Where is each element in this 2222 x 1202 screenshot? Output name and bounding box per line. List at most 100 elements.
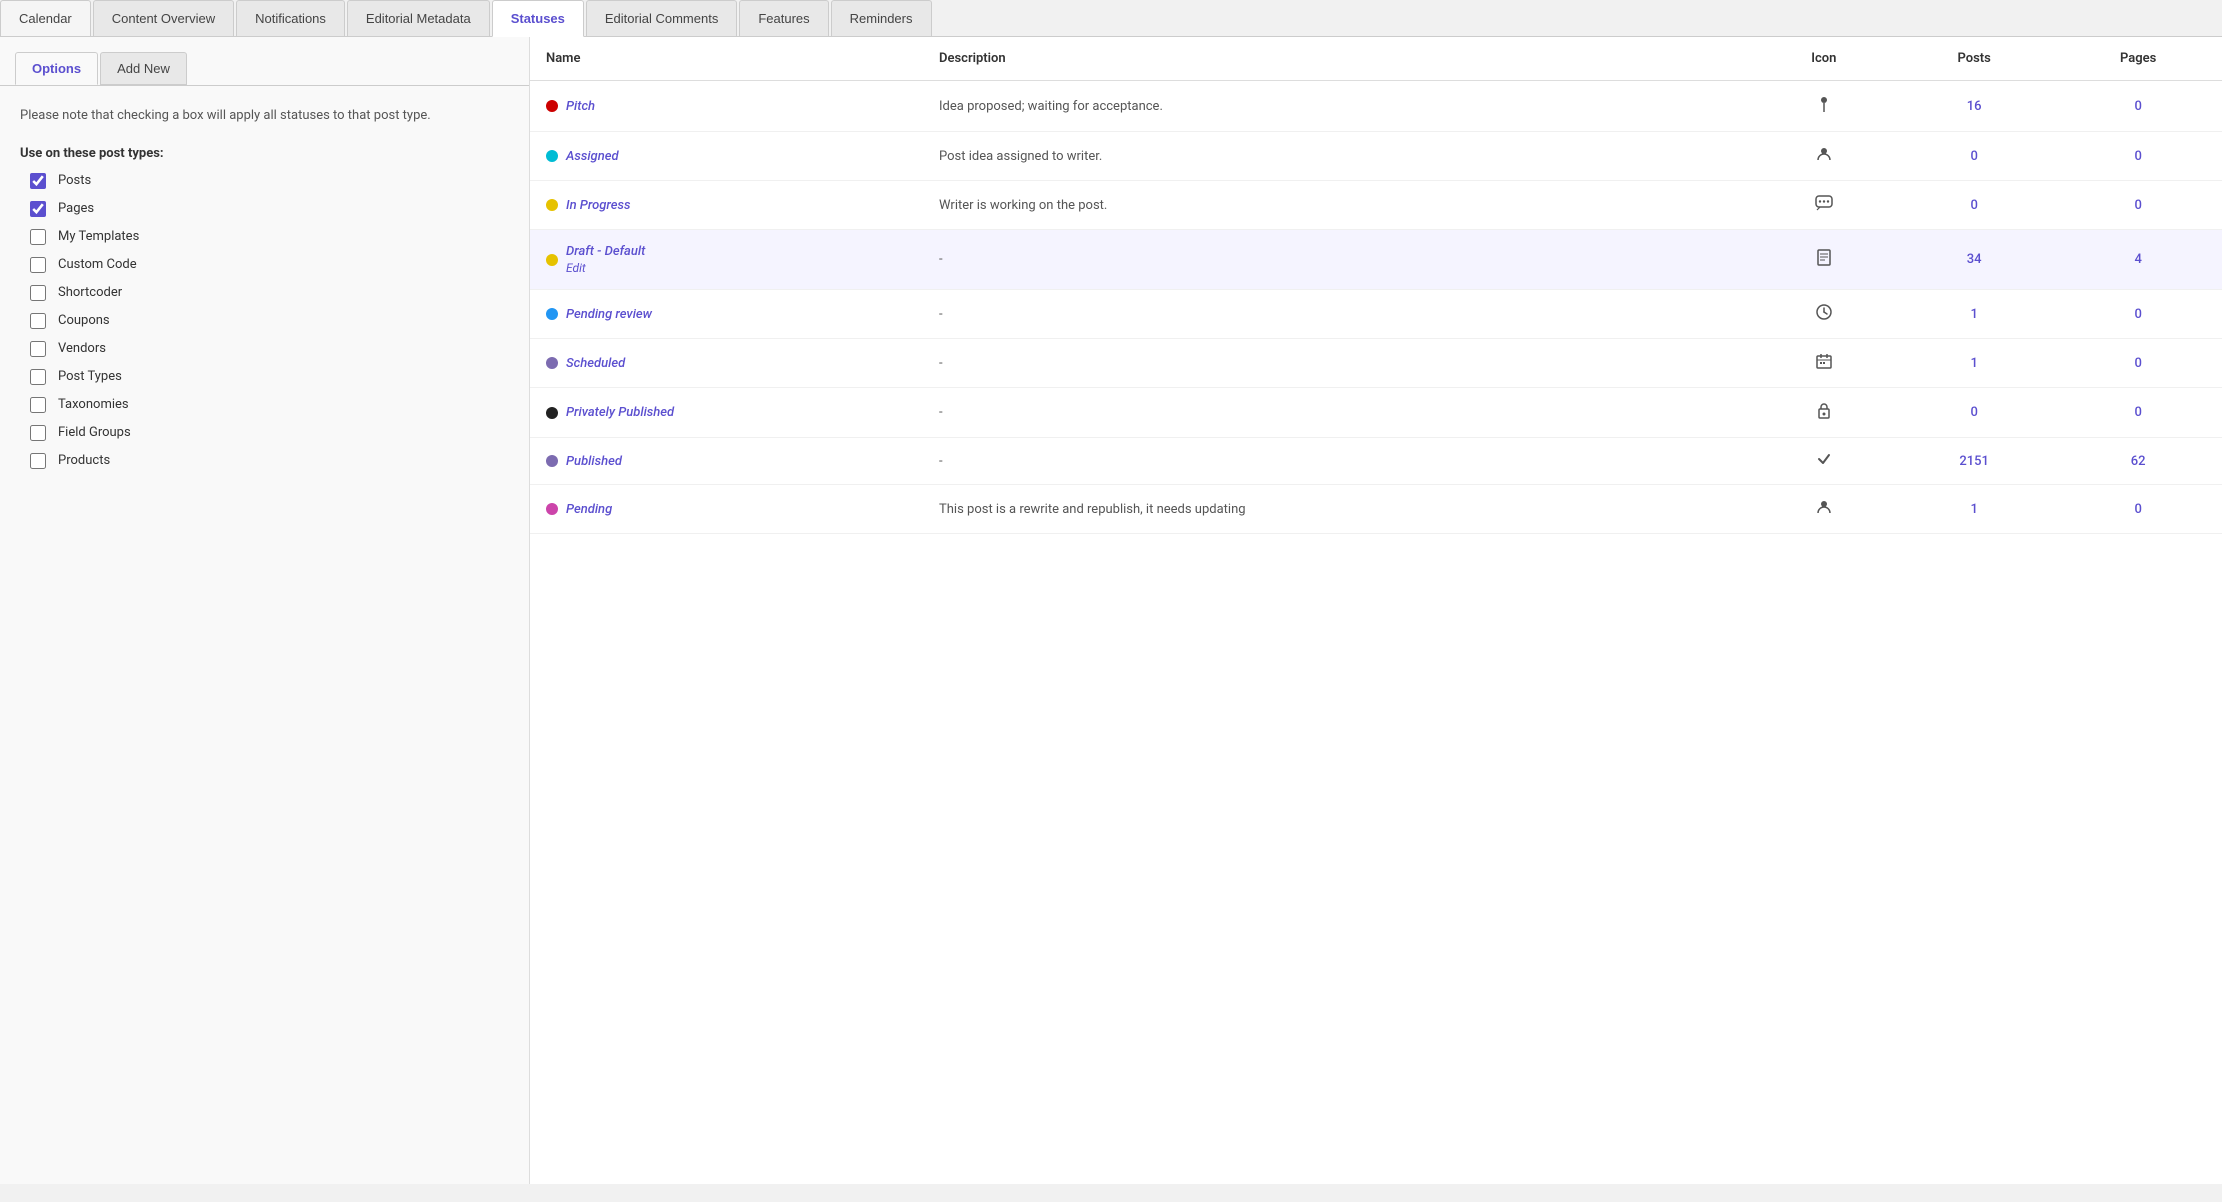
top-tab-editorial-comments[interactable]: Editorial Comments (586, 0, 737, 36)
left-panel: OptionsAdd New Please note that checking… (0, 37, 530, 1184)
checkbox-products[interactable] (30, 453, 46, 469)
checkbox-item-my-templates: My Templates (30, 229, 509, 245)
checkbox-item-pages: Pages (30, 201, 509, 217)
status-description: - (923, 290, 1754, 339)
status-icon (1754, 339, 1894, 388)
status-name-link[interactable]: Published (566, 454, 622, 469)
status-dot (546, 407, 558, 419)
checkbox-label-products: Products (58, 453, 110, 468)
top-tab-editorial-metadata[interactable]: Editorial Metadata (347, 0, 490, 36)
col-header-description: Description (923, 37, 1754, 81)
main-layout: OptionsAdd New Please note that checking… (0, 37, 2222, 1184)
post-types-label: Use on these post types: (20, 146, 509, 161)
sub-tab-options[interactable]: Options (15, 52, 98, 85)
checkbox-label-taxonomies: Taxonomies (58, 397, 129, 412)
status-name-link[interactable]: Pending (566, 502, 612, 517)
status-name-link[interactable]: In Progress (566, 198, 631, 213)
status-dot (546, 254, 558, 266)
status-pages-count: 0 (2054, 339, 2222, 388)
checkbox-label-vendors: Vendors (58, 341, 106, 356)
sub-tab-add-new[interactable]: Add New (100, 52, 187, 85)
table-row: In Progress Writer is working on the post… (530, 181, 2222, 230)
checkbox-label-posts: Posts (58, 173, 91, 188)
checkbox-taxonomies[interactable] (30, 397, 46, 413)
status-description: - (923, 230, 1754, 290)
status-name-link[interactable]: Scheduled (566, 356, 625, 371)
status-name-link[interactable]: Privately Published (566, 405, 674, 420)
status-description: - (923, 339, 1754, 388)
checkbox-posts[interactable] (30, 173, 46, 189)
top-tab-features[interactable]: Features (739, 0, 828, 36)
checkbox-vendors[interactable] (30, 341, 46, 357)
sub-tabs: OptionsAdd New (0, 37, 529, 86)
status-pages-count: 0 (2054, 485, 2222, 534)
status-name-cell: Privately Published (530, 388, 923, 438)
table-header-row: NameDescriptionIconPostsPages (530, 37, 2222, 81)
status-dot (546, 455, 558, 467)
checkbox-label-coupons: Coupons (58, 313, 110, 328)
status-icon (1754, 181, 1894, 230)
status-description: Idea proposed; waiting for acceptance. (923, 81, 1754, 132)
status-pages-count: 0 (2054, 81, 2222, 132)
status-pages-count: 4 (2054, 230, 2222, 290)
table-row: Scheduled-10 (530, 339, 2222, 388)
status-dot (546, 308, 558, 320)
status-posts-count: 34 (1894, 230, 2054, 290)
table-row: Pending review - 10 (530, 290, 2222, 339)
status-icon (1754, 388, 1894, 438)
checkbox-label-pages: Pages (58, 201, 94, 216)
table-row: Draft - Default Edit - 344 (530, 230, 2222, 290)
status-pages-count: 0 (2054, 290, 2222, 339)
checkbox-item-field-groups: Field Groups (30, 425, 509, 441)
top-tab-reminders[interactable]: Reminders (831, 0, 932, 36)
table-body: Pitch Idea proposed; waiting for acceptan… (530, 81, 2222, 534)
status-icon (1754, 290, 1894, 339)
checkbox-item-post-types: Post Types (30, 369, 509, 385)
checkbox-item-vendors: Vendors (30, 341, 509, 357)
status-name-cell: Scheduled (530, 339, 923, 388)
checkbox-list: PostsPagesMy TemplatesCustom CodeShortco… (30, 173, 509, 469)
checkbox-item-posts: Posts (30, 173, 509, 189)
checkbox-custom-code[interactable] (30, 257, 46, 273)
checkbox-post-types[interactable] (30, 369, 46, 385)
status-name-cell: Pending (530, 485, 923, 534)
status-posts-count: 1 (1894, 290, 2054, 339)
status-description: Post idea assigned to writer. (923, 132, 1754, 181)
status-name-link[interactable]: Draft - Default (566, 244, 645, 259)
status-name-cell: Assigned (530, 132, 923, 181)
left-content: Please note that checking a box will app… (0, 86, 529, 501)
edit-link[interactable]: Edit (566, 261, 645, 275)
status-pages-count: 0 (2054, 388, 2222, 438)
table-row: PendingThis post is a rewrite and republ… (530, 485, 2222, 534)
top-tab-calendar[interactable]: Calendar (0, 0, 91, 36)
status-name-link[interactable]: Pitch (566, 99, 595, 114)
status-icon (1754, 438, 1894, 485)
status-name-cell: Published (530, 438, 923, 485)
table-row: Published-215162 (530, 438, 2222, 485)
top-tab-notifications[interactable]: Notifications (236, 0, 345, 36)
checkbox-coupons[interactable] (30, 313, 46, 329)
status-icon (1754, 81, 1894, 132)
status-name-link[interactable]: Pending review (566, 307, 652, 322)
status-posts-count: 0 (1894, 388, 2054, 438)
status-dot (546, 199, 558, 211)
table-row: Privately Published-00 (530, 388, 2222, 438)
top-tab-statuses[interactable]: Statuses (492, 0, 584, 37)
notice-text: Please note that checking a box will app… (20, 106, 509, 126)
col-header-name: Name (530, 37, 923, 81)
status-icon (1754, 230, 1894, 290)
checkbox-field-groups[interactable] (30, 425, 46, 441)
top-tab-content-overview[interactable]: Content Overview (93, 0, 234, 36)
checkbox-label-post-types: Post Types (58, 369, 122, 384)
checkbox-my-templates[interactable] (30, 229, 46, 245)
table-row: AssignedPost idea assigned to writer.00 (530, 132, 2222, 181)
status-description: Writer is working on the post. (923, 181, 1754, 230)
checkbox-shortcoder[interactable] (30, 285, 46, 301)
status-dot (546, 100, 558, 112)
status-name-cell: Pending review (530, 290, 923, 339)
checkbox-label-shortcoder: Shortcoder (58, 285, 122, 300)
status-posts-count: 0 (1894, 181, 2054, 230)
status-name-link[interactable]: Assigned (566, 149, 619, 164)
checkbox-item-shortcoder: Shortcoder (30, 285, 509, 301)
checkbox-pages[interactable] (30, 201, 46, 217)
